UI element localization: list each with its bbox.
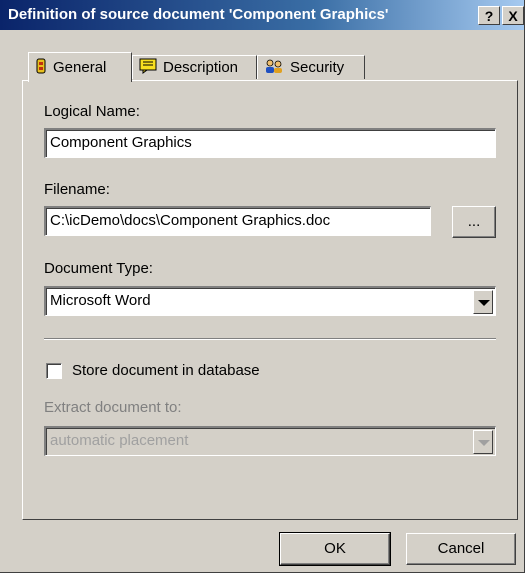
tab-general[interactable]: General: [28, 52, 132, 82]
close-button[interactable]: X: [502, 6, 524, 25]
extract-to-select: automatic placement: [44, 426, 496, 456]
chevron-down-icon: [478, 440, 490, 446]
tab-general-label: General: [53, 59, 107, 76]
general-icon: [35, 58, 47, 78]
browse-button[interactable]: ...: [452, 206, 496, 238]
filename-label: Filename:: [44, 181, 110, 198]
extract-to-label: Extract document to:: [44, 399, 182, 416]
ok-button[interactable]: OK: [279, 532, 391, 566]
description-icon: [139, 58, 157, 78]
title-bar[interactable]: Definition of source document 'Component…: [0, 0, 524, 30]
dialog-window: Definition of source document 'Component…: [0, 0, 525, 573]
store-in-database-label[interactable]: Store document in database: [72, 362, 260, 379]
document-type-select[interactable]: Microsoft Word: [44, 286, 496, 316]
tab-security-label: Security: [290, 59, 345, 76]
extract-to-value: automatic placement: [50, 432, 189, 449]
extract-to-dropdown-button: [473, 430, 493, 454]
tab-description-label: Description: [163, 59, 239, 76]
logical-name-label: Logical Name:: [44, 103, 140, 120]
document-type-label: Document Type:: [44, 260, 153, 277]
store-in-database-checkbox[interactable]: [46, 363, 62, 379]
security-icon: [264, 58, 284, 78]
tab-description[interactable]: Description: [132, 55, 257, 79]
logical-name-input[interactable]: Component Graphics: [44, 128, 496, 158]
cancel-button[interactable]: Cancel: [406, 533, 516, 565]
window-title: Definition of source document 'Component…: [8, 6, 389, 23]
separator: [44, 338, 496, 340]
document-type-value: Microsoft Word: [50, 292, 151, 309]
filename-input[interactable]: C:\icDemo\docs\Component Graphics.doc: [44, 206, 431, 236]
chevron-down-icon: [478, 300, 490, 306]
document-type-dropdown-button[interactable]: [473, 290, 493, 314]
help-button[interactable]: ?: [478, 6, 500, 25]
tab-security[interactable]: Security: [257, 55, 365, 79]
